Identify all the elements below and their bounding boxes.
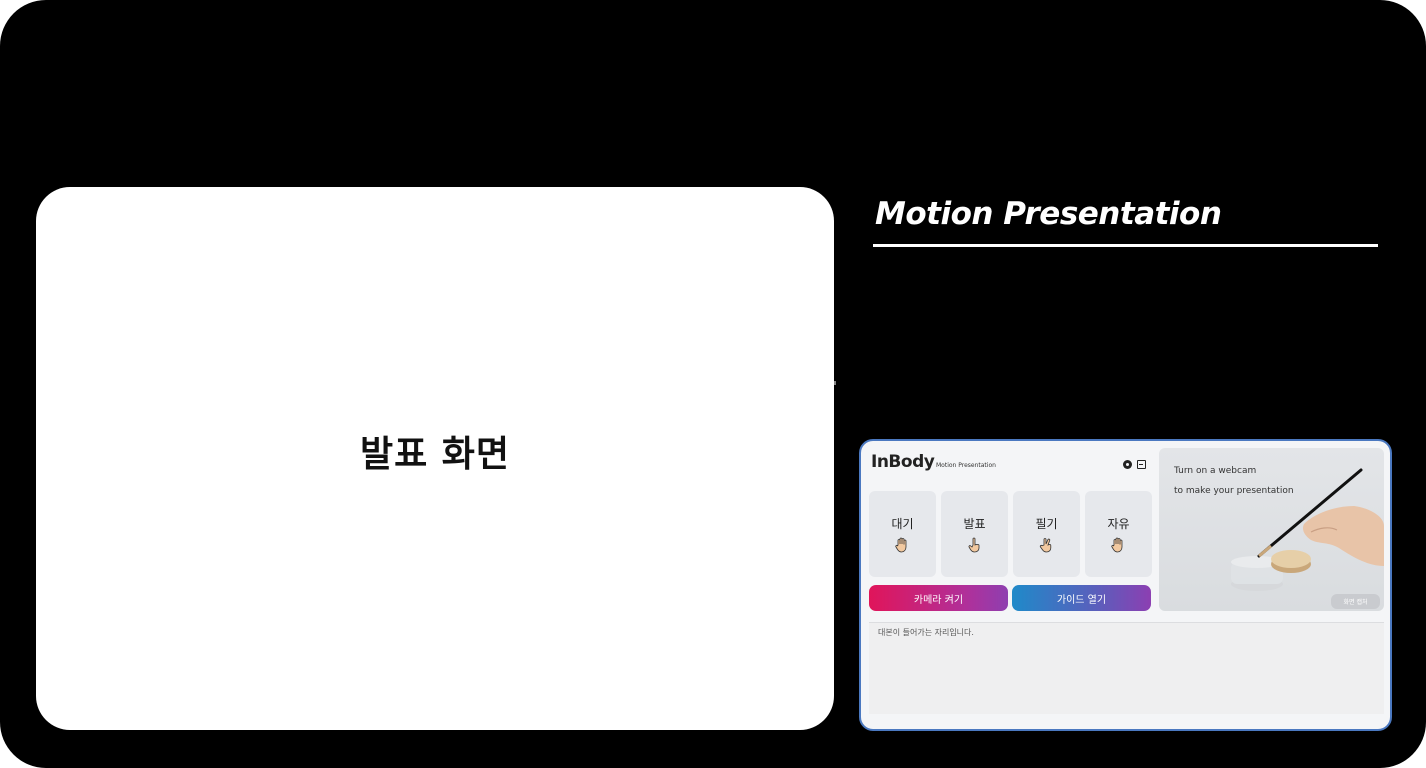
open-hand-icon [1111, 537, 1123, 553]
writing-hand-icon [1039, 538, 1052, 553]
app-panel: InBody Motion Presentation 대기 발표 필기 자유 카… [859, 439, 1392, 731]
presentation-screen: 발표 화면 [36, 187, 834, 730]
webcam-preview: Turn on a webcam to make your presentati… [1159, 448, 1384, 611]
title-underline [873, 244, 1378, 247]
pointing-hand-icon [968, 537, 980, 553]
mode-card-write[interactable]: 필기 [1013, 491, 1080, 577]
capture-screen-button[interactable]: 화면 캡처 [1331, 594, 1380, 609]
script-placeholder: 대본이 들어가는 자리입니다. [878, 628, 974, 637]
mode-card-present[interactable]: 발표 [941, 491, 1008, 577]
mode-label: 발표 [963, 517, 986, 531]
divider-mark [834, 381, 836, 385]
stage-background: 발표 화면 Motion Presentation InBody Motion … [0, 0, 1426, 768]
page-title: Motion Presentation [875, 196, 1222, 232]
open-hand-icon [895, 537, 907, 553]
mode-label: 대기 [891, 517, 914, 531]
mode-label: 자유 [1107, 517, 1130, 531]
script-textarea[interactable]: 대본이 들어가는 자리입니다. [869, 622, 1384, 714]
logo-subtitle: Motion Presentation [936, 462, 996, 469]
inbody-logo: InBody [871, 452, 935, 472]
presentation-screen-label: 발표 화면 [359, 433, 510, 475]
mode-label: 필기 [1035, 517, 1058, 531]
mode-card-free[interactable]: 자유 [1085, 491, 1152, 577]
mode-card-standby[interactable]: 대기 [869, 491, 936, 577]
gear-icon[interactable] [1123, 460, 1132, 469]
open-guide-button[interactable]: 가이드 열기 [1012, 585, 1151, 611]
exit-icon[interactable] [1137, 460, 1146, 469]
camera-on-button[interactable]: 카메라 켜기 [869, 585, 1008, 611]
hand-with-brush-image [1231, 468, 1384, 591]
